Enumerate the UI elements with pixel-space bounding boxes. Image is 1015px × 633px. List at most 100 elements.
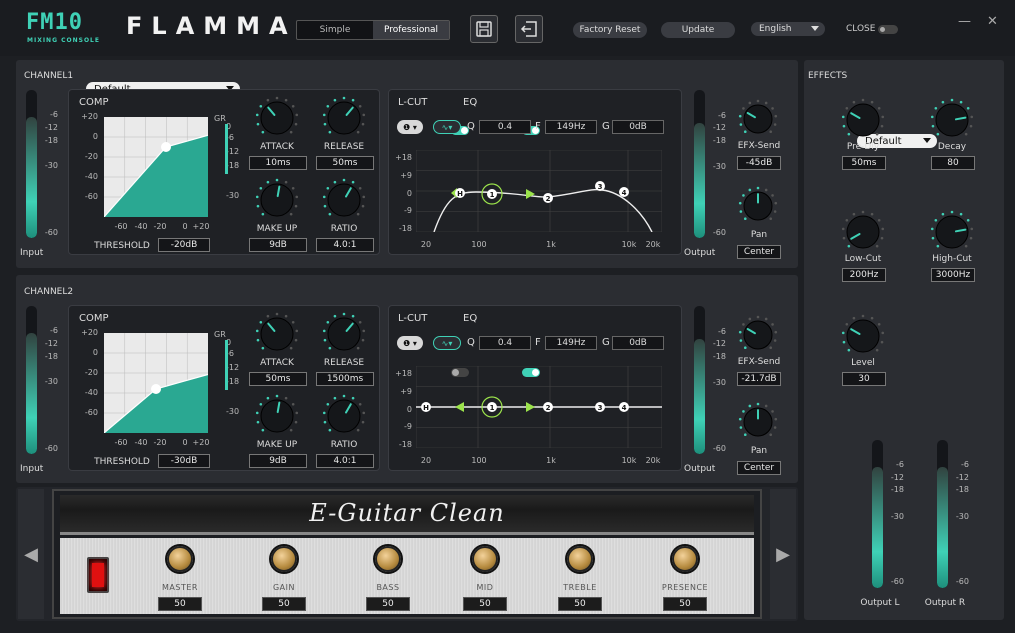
comp-y-label: -60: [84, 192, 98, 201]
release-knob[interactable]: [322, 312, 366, 356]
release-value[interactable]: 1500ms: [316, 372, 374, 386]
eq-y-label: -9: [404, 422, 412, 431]
predly-knob[interactable]: [841, 98, 885, 142]
ratio-label: RATIO: [330, 224, 358, 234]
efx-send-value[interactable]: -45dB: [737, 156, 781, 170]
ratio-label: RATIO: [330, 440, 358, 450]
eq-x-label: 1k: [546, 240, 556, 249]
f-field[interactable]: 149Hz: [545, 120, 597, 134]
amp-prev-button[interactable]: ◀: [18, 489, 44, 619]
pan-value[interactable]: Center: [737, 245, 781, 259]
efx-send-knob[interactable]: [738, 99, 778, 139]
amp-bass-value[interactable]: 50: [366, 597, 410, 611]
q-label: Q: [467, 337, 475, 348]
amp-gain-knob[interactable]: [271, 546, 297, 572]
highcut-knob[interactable]: [930, 210, 974, 254]
amp-bass-knob[interactable]: [375, 546, 401, 572]
pan-value[interactable]: Center: [737, 461, 781, 475]
save-button[interactable]: [470, 15, 498, 43]
release-label: RELEASE: [323, 358, 365, 368]
meter-scale-label: -12: [712, 339, 726, 348]
makeup-knob[interactable]: [255, 178, 299, 222]
attack-value[interactable]: 10ms: [249, 156, 307, 170]
f-field[interactable]: 149Hz: [545, 336, 597, 350]
amp-power-switch[interactable]: [87, 557, 109, 593]
highcut-label: High-Cut: [932, 254, 972, 264]
level-knob[interactable]: [841, 314, 885, 358]
eq-x-label: 1k: [546, 456, 556, 465]
amp-gain-value[interactable]: 50: [262, 597, 306, 611]
highcut-value[interactable]: 3000Hz: [931, 268, 975, 282]
close-toggle[interactable]: [878, 25, 898, 34]
gr-meter: [225, 124, 228, 174]
attack-value[interactable]: 50ms: [249, 372, 307, 386]
ratio-value[interactable]: 4.0:1: [316, 238, 374, 252]
amp-mid-knob[interactable]: [472, 546, 498, 572]
level-value[interactable]: 30: [842, 372, 886, 386]
amp-presence-knob[interactable]: [672, 546, 698, 572]
threshold-value[interactable]: -20dB: [158, 238, 210, 252]
amp-treble-knob[interactable]: [567, 546, 593, 572]
amp-treble-value[interactable]: 50: [558, 597, 602, 611]
eq-x-label: 20: [420, 456, 432, 465]
ratio-value[interactable]: 4.0:1: [316, 454, 374, 468]
efx-send-value[interactable]: -21.7dB: [737, 372, 781, 386]
minimize-icon[interactable]: —: [958, 14, 971, 29]
load-button[interactable]: [515, 15, 543, 43]
meter-scale-label: -60: [890, 577, 904, 586]
amp-master-knob[interactable]: [167, 546, 193, 572]
makeup-knob[interactable]: [255, 394, 299, 438]
language-select[interactable]: English: [751, 22, 825, 36]
eq-band-select[interactable]: ❶ ▾: [397, 120, 423, 134]
svg-text:4: 4: [622, 189, 627, 197]
release-knob[interactable]: [322, 96, 366, 140]
amp-master-value[interactable]: 50: [158, 597, 202, 611]
comp-label: COMP: [79, 97, 109, 108]
g-field[interactable]: 0dB: [612, 336, 664, 350]
knob-dial-icon: [738, 315, 778, 350]
eq-filter-type-select[interactable]: ∿▾: [433, 120, 461, 134]
efx-send-knob[interactable]: [738, 315, 778, 355]
attack-label: ATTACK: [260, 142, 294, 152]
decay-knob[interactable]: [930, 98, 974, 142]
lowcut-value[interactable]: 200Hz: [842, 268, 886, 282]
pan-knob[interactable]: [738, 402, 778, 442]
knob-dial-icon: [930, 210, 974, 249]
attack-knob[interactable]: [255, 96, 299, 140]
amp-mid-value[interactable]: 50: [463, 597, 507, 611]
q-field[interactable]: 0.4: [479, 120, 531, 134]
lowcut-knob[interactable]: [841, 210, 885, 254]
release-value[interactable]: 50ms: [316, 156, 374, 170]
knob-dial-icon: [738, 402, 778, 437]
eq-node-arrow-left: [455, 402, 464, 412]
predly-value[interactable]: 50ms: [842, 156, 886, 170]
svg-text:H: H: [457, 190, 463, 198]
factory-reset-button[interactable]: Factory Reset: [573, 22, 647, 38]
g-field[interactable]: 0dB: [612, 120, 664, 134]
threshold-value[interactable]: -30dB: [158, 454, 210, 468]
attack-knob[interactable]: [255, 312, 299, 356]
ratio-knob[interactable]: [322, 394, 366, 438]
svg-text:1: 1: [490, 404, 495, 412]
eq-node-arrow-right: [526, 402, 535, 412]
decay-value[interactable]: 80: [931, 156, 975, 170]
makeup-value[interactable]: 9dB: [249, 238, 307, 252]
mode-simple[interactable]: Simple: [297, 21, 373, 39]
eq-y-label: 0: [406, 405, 412, 414]
eq-band-select[interactable]: ❶ ▾: [397, 336, 423, 350]
eq-y-label: +9: [400, 171, 412, 180]
eq-filter-type-select[interactable]: ∿▾: [433, 336, 461, 350]
pan-knob[interactable]: [738, 186, 778, 226]
update-button[interactable]: Update: [661, 22, 735, 38]
close-icon[interactable]: ✕: [987, 14, 998, 29]
comp-y-label: +20: [81, 112, 98, 121]
meter-scale-label: -12: [890, 473, 904, 482]
meter-scale-label: -6: [718, 111, 726, 120]
q-field[interactable]: 0.4: [479, 336, 531, 350]
amp-presence-value[interactable]: 50: [663, 597, 707, 611]
ratio-knob[interactable]: [322, 178, 366, 222]
amp-next-button[interactable]: ▶: [770, 489, 796, 619]
mode-professional[interactable]: Professional: [373, 21, 449, 39]
meter-scale-label: -18: [955, 485, 969, 494]
makeup-value[interactable]: 9dB: [249, 454, 307, 468]
